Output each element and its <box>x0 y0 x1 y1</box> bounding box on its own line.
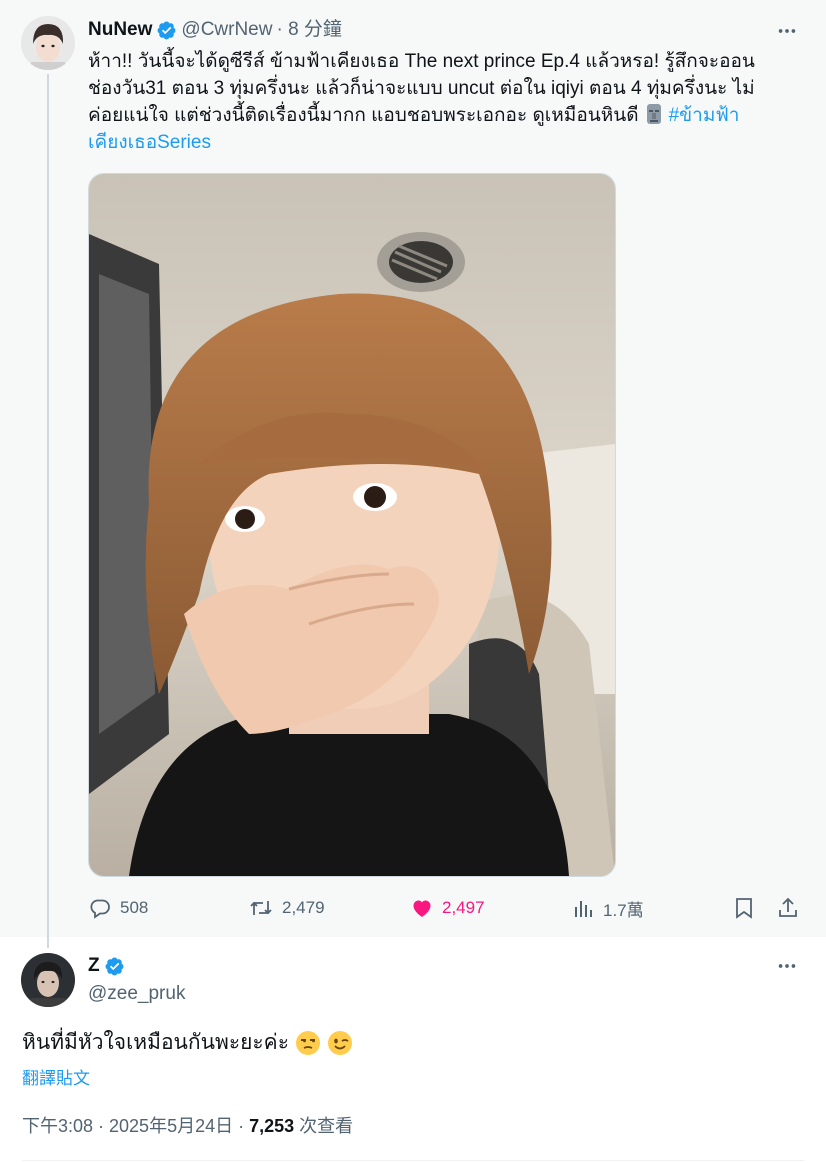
share-action[interactable] <box>776 893 800 923</box>
reply-handle-row: @zee_pruk <box>88 982 185 1006</box>
repost-count: 2,479 <box>282 898 325 917</box>
hashtag-link[interactable]: #ข้ามฟ้า <box>669 105 740 126</box>
more-options-icon[interactable] <box>774 953 800 979</box>
post-metadata: 下午3:08 · 2025年5月24日 · 7,253 次查看 <box>22 1112 353 1138</box>
display-name[interactable]: Z <box>88 954 100 978</box>
like-action[interactable]: 2,497 <box>410 893 485 923</box>
tweet-text-line: ช่องวัน31 ตอน 3 ทุ่มครึ่งนะ แล้วก็น่าจะแ… <box>88 78 755 99</box>
reply-text: หินที่มีหัวใจเหมือนกันพะยะค่ะ <box>22 1028 353 1058</box>
tweet-text: ห้าา!! วันนี้จะได้ดูซีรีส์ ข้ามฟ้าเคียงเ… <box>88 48 788 156</box>
nunew-avatar[interactable] <box>21 16 75 70</box>
tweet-text-line: เคียงเธอSeries <box>88 129 788 156</box>
heart-filled-icon <box>413 900 431 917</box>
parent-tweet-header: NuNew @CwrNew · 8 分鐘 <box>88 18 342 42</box>
tweet-photo[interactable] <box>88 173 616 877</box>
reply-icon <box>90 899 110 919</box>
post-view-count: 7,253 <box>249 1116 295 1136</box>
tweet-text-segment: ค่อยแน่ใจ แต่ช่วงนี้ติดเรื่องนี้มากก แอบ… <box>88 105 639 126</box>
verified-badge-icon[interactable] <box>104 956 125 977</box>
handle[interactable]: @CwrNew <box>181 18 272 42</box>
bookmark-action[interactable] <box>733 893 755 923</box>
reply-text-content: หินที่มีหัวใจเหมือนกันพะยะค่ะ <box>22 1031 290 1054</box>
more-options-icon[interactable] <box>774 18 800 44</box>
bookmark-icon <box>736 898 752 919</box>
handle[interactable]: @zee_pruk <box>88 982 185 1006</box>
reply-count: 508 <box>120 898 149 917</box>
winking-face-icon <box>328 1031 353 1055</box>
tweet-text-line: ค่อยแน่ใจ แต่ช่วงนี้ติดเรื่องนี้มากก แอบ… <box>88 102 788 129</box>
reply-tweet-header: Z <box>88 954 125 978</box>
zee-avatar[interactable] <box>21 953 75 1007</box>
repost-icon <box>250 901 272 915</box>
timestamp[interactable]: · 8 分鐘 <box>276 18 341 42</box>
post-time[interactable]: 下午3:08 · 2025年5月24日 · <box>22 1116 249 1136</box>
like-count: 2,497 <box>442 898 485 917</box>
thread-connector-line <box>47 74 49 948</box>
translate-post-link[interactable]: 翻譯貼文 <box>22 1064 90 1089</box>
repost-action[interactable]: 2,479 <box>248 893 325 923</box>
analytics-icon <box>575 901 592 917</box>
moai-icon <box>646 104 661 124</box>
reply-action[interactable]: 508 <box>88 893 148 923</box>
views-action[interactable]: 1.7萬 <box>573 893 644 923</box>
unamused-face-icon <box>296 1031 321 1055</box>
share-icon <box>779 897 797 917</box>
post-view-label: 次查看 <box>294 1116 354 1136</box>
display-name[interactable]: NuNew <box>88 18 152 42</box>
hashtag-link-continued[interactable]: เคียงเธอSeries <box>88 132 211 153</box>
view-count: 1.7萬 <box>603 900 644 920</box>
parent-tweet[interactable]: NuNew @CwrNew · 8 分鐘 ห้าา!! วันนี้จะได้ด… <box>0 0 826 948</box>
tweet-text-line: ห้าา!! วันนี้จะได้ดูซีรีส์ ข้ามฟ้าเคียงเ… <box>88 51 755 72</box>
divider <box>22 1160 804 1161</box>
verified-badge-icon[interactable] <box>156 20 177 41</box>
